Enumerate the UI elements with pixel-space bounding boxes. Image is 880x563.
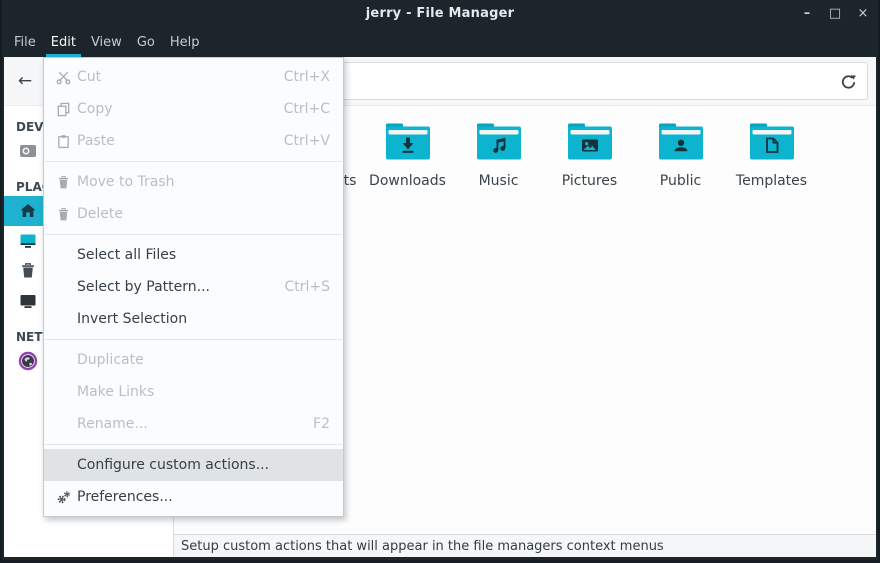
menu-edit[interactable]: Edit xyxy=(46,27,81,57)
scissors-icon xyxy=(56,70,77,85)
folder-pictures-icon xyxy=(567,123,613,165)
trash-icon xyxy=(18,261,40,281)
menu-separator xyxy=(45,444,342,445)
menu-view[interactable]: View xyxy=(86,27,127,57)
menu-help[interactable]: Help xyxy=(165,27,205,57)
folder-templates[interactable]: Templates xyxy=(726,123,817,189)
menu-item-rename: Rename... F2 xyxy=(44,408,343,440)
window-controls: – □ × xyxy=(800,0,870,27)
statusbar: Setup custom actions that will appear in… xyxy=(174,534,876,557)
menubar: File Edit View Go Help xyxy=(2,27,878,57)
menu-separator xyxy=(45,161,342,162)
hard-drive-icon xyxy=(18,141,40,161)
menu-item-select-all-files[interactable]: Select all Files xyxy=(44,239,343,271)
window-title: jerry - File Manager xyxy=(366,6,514,21)
trash-icon xyxy=(56,207,77,222)
folder-templates-icon xyxy=(749,123,795,165)
folder-music[interactable]: Music xyxy=(453,123,544,189)
menu-item-preferences[interactable]: Preferences... xyxy=(44,481,343,513)
folder-download-icon xyxy=(385,123,431,165)
home-icon xyxy=(18,201,40,221)
folder-public-icon xyxy=(658,123,704,165)
menu-item-configure-custom-actions[interactable]: Configure custom actions... xyxy=(44,449,343,481)
computer-icon xyxy=(18,291,40,311)
network-globe-icon xyxy=(18,351,40,371)
trash-icon xyxy=(56,175,77,190)
reload-icon[interactable] xyxy=(840,73,857,90)
folder-music-icon xyxy=(476,123,522,165)
back-button[interactable]: ← xyxy=(4,71,46,91)
menu-separator xyxy=(45,339,342,340)
file-manager-window: jerry - File Manager – □ × File Edit Vie… xyxy=(0,0,880,563)
edit-menu-popup: Cut Ctrl+X Copy Ctrl+C Paste Ctrl+V xyxy=(43,57,344,517)
gears-icon xyxy=(56,490,77,505)
maximize-button[interactable]: □ xyxy=(828,7,842,20)
menu-item-copy: Copy Ctrl+C xyxy=(44,93,343,125)
folder-downloads[interactable]: Downloads xyxy=(362,123,453,189)
menu-separator xyxy=(45,234,342,235)
titlebar[interactable]: jerry - File Manager – □ × xyxy=(2,0,878,27)
menu-file[interactable]: File xyxy=(9,27,41,57)
close-button[interactable]: × xyxy=(856,7,870,20)
menu-item-paste: Paste Ctrl+V xyxy=(44,125,343,157)
menu-go[interactable]: Go xyxy=(132,27,160,57)
copy-icon xyxy=(56,102,77,117)
desktop-icon xyxy=(18,231,40,251)
statusbar-text: Setup custom actions that will appear in… xyxy=(181,539,664,554)
menu-item-invert-selection[interactable]: Invert Selection xyxy=(44,303,343,335)
menu-item-cut: Cut Ctrl+X xyxy=(44,61,343,93)
menu-item-delete: Delete xyxy=(44,198,343,230)
clipboard-icon xyxy=(56,134,77,149)
folder-public[interactable]: Public xyxy=(635,123,726,189)
menu-item-select-by-pattern[interactable]: Select by Pattern... Ctrl+S xyxy=(44,271,343,303)
minimize-button[interactable]: – xyxy=(800,7,814,20)
menu-item-duplicate: Duplicate xyxy=(44,344,343,376)
menu-item-move-to-trash: Move to Trash xyxy=(44,166,343,198)
menu-item-make-links: Make Links xyxy=(44,376,343,408)
folder-pictures[interactable]: Pictures xyxy=(544,123,635,189)
